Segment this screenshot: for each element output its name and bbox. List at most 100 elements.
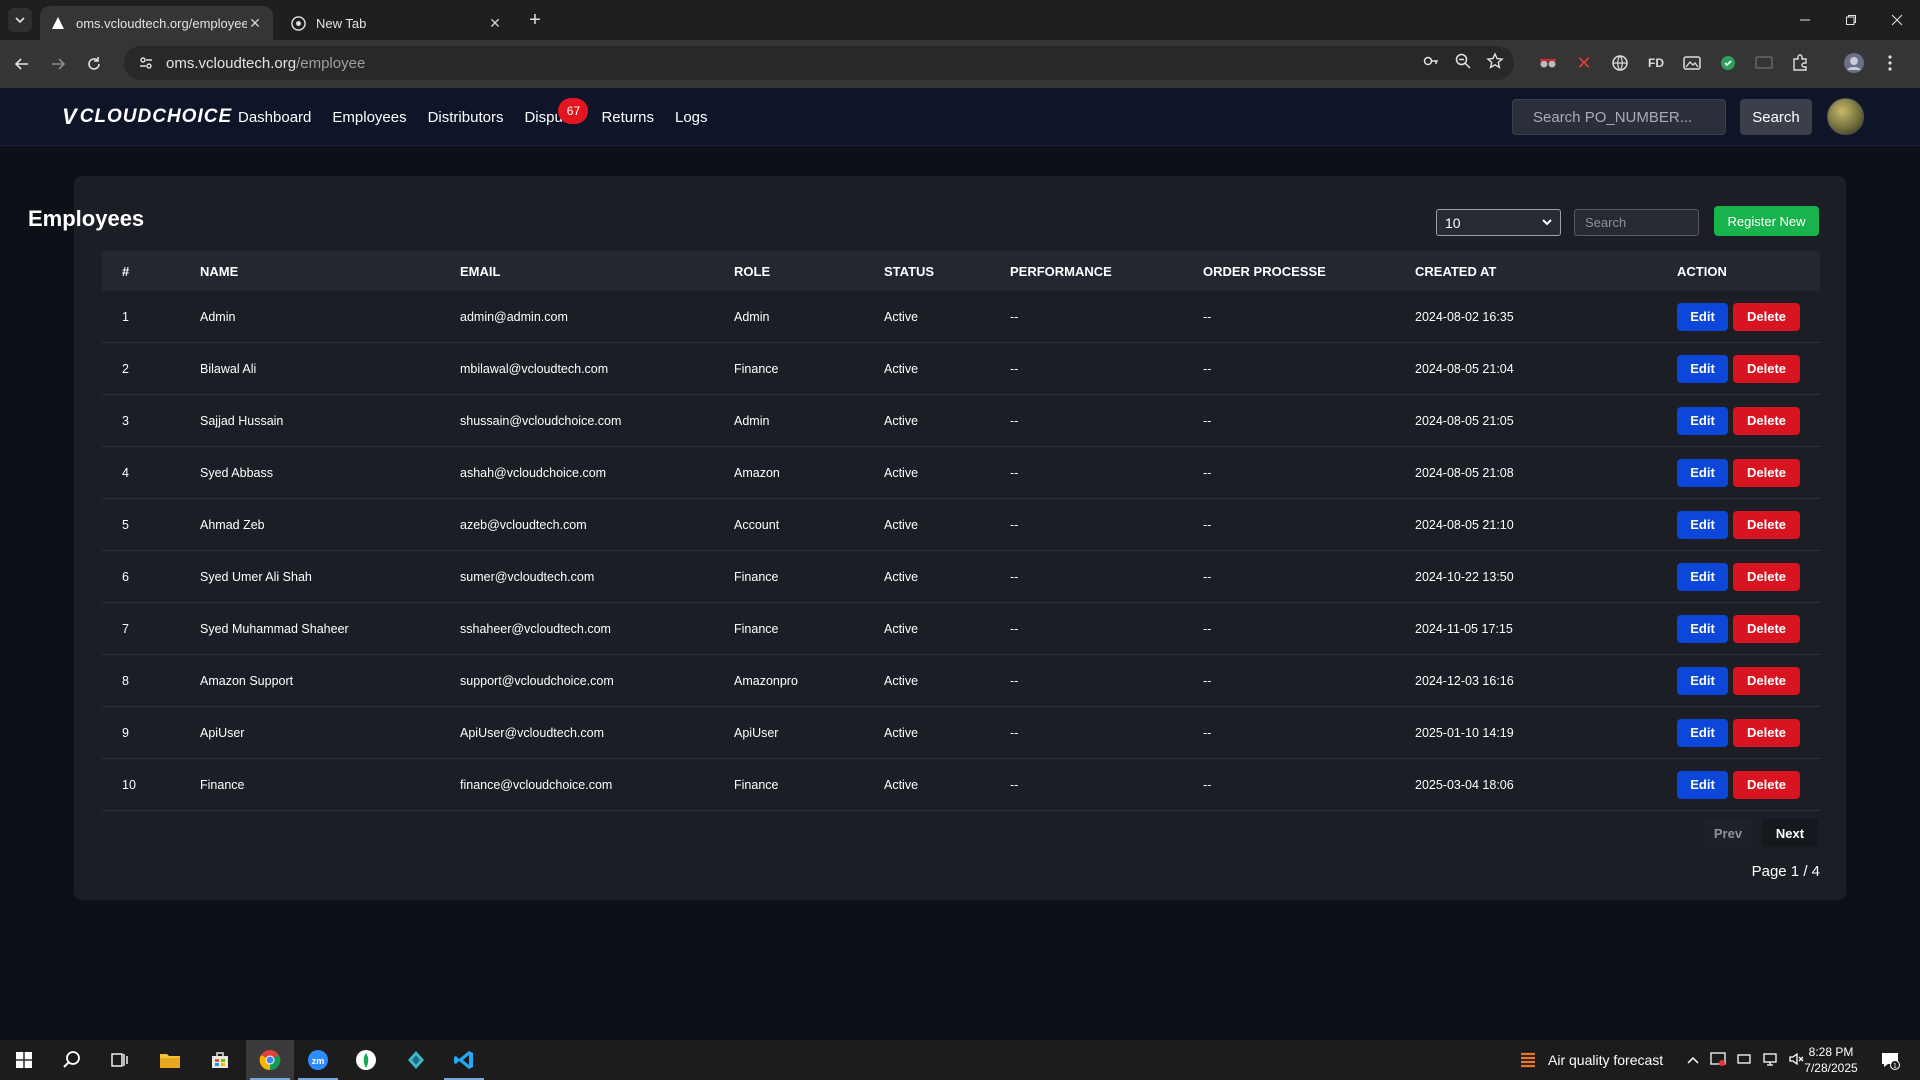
- back-icon[interactable]: [8, 50, 36, 78]
- nav-link-disputes[interactable]: Dispu 67: [524, 97, 589, 126]
- po-number-search-input[interactable]: [1512, 99, 1726, 135]
- row-number: 9: [122, 725, 129, 740]
- show-hidden-icons-icon[interactable]: [1686, 1052, 1700, 1068]
- zoom-app-icon[interactable]: zm: [294, 1040, 342, 1080]
- notifications-icon[interactable]: 1: [1866, 1040, 1914, 1080]
- delete-button[interactable]: Delete: [1733, 406, 1800, 435]
- weather-widget[interactable]: Air quality forecast: [1518, 1040, 1663, 1080]
- employee-performance: --: [1010, 517, 1019, 532]
- chrome-taskbar-icon[interactable]: [246, 1040, 294, 1080]
- employee-performance: --: [1010, 673, 1019, 688]
- tab-search-button[interactable]: [8, 8, 32, 32]
- edit-button[interactable]: Edit: [1677, 666, 1728, 695]
- edit-button[interactable]: Edit: [1677, 770, 1728, 799]
- nav-link-logs[interactable]: Logs: [675, 109, 708, 126]
- close-tab-icon[interactable]: ✕: [487, 15, 503, 31]
- new-tab-button[interactable]: +: [524, 9, 546, 31]
- brand-logo[interactable]: V CLOUDCHOICE: [62, 104, 232, 130]
- table-row: 10 Finance finance@vcloudchoice.com Finance…: [102, 759, 1820, 811]
- next-page-button[interactable]: Next: [1762, 819, 1818, 847]
- restore-icon[interactable]: [1828, 0, 1874, 40]
- employee-status: Active: [884, 777, 919, 792]
- globe-extension-icon[interactable]: [1608, 51, 1632, 75]
- tray-app-icon[interactable]: [1710, 1051, 1726, 1070]
- delete-button[interactable]: Delete: [1733, 302, 1800, 331]
- edit-button[interactable]: Edit: [1677, 406, 1728, 435]
- prev-page-button[interactable]: Prev: [1703, 819, 1753, 847]
- network-icon[interactable]: [1762, 1051, 1778, 1070]
- employee-created-at: 2025-01-10 14:19: [1415, 725, 1514, 740]
- employee-status: Active: [884, 413, 919, 428]
- page-size-value: 10: [1445, 214, 1461, 231]
- delete-button[interactable]: Delete: [1733, 614, 1800, 643]
- mongodb-compass-icon[interactable]: [342, 1040, 390, 1080]
- delete-button[interactable]: Delete: [1733, 510, 1800, 539]
- register-new-button[interactable]: Register New: [1714, 206, 1819, 236]
- edit-button[interactable]: Edit: [1677, 510, 1728, 539]
- task-view-icon[interactable]: [96, 1040, 144, 1080]
- puzzle-extensions-icon[interactable]: [1788, 51, 1812, 75]
- delete-button[interactable]: Delete: [1733, 354, 1800, 383]
- chrome-menu-icon[interactable]: [1878, 51, 1902, 75]
- user-avatar[interactable]: [1827, 98, 1864, 135]
- profile-avatar-icon[interactable]: [1842, 51, 1866, 75]
- spy-extension-icon[interactable]: [1536, 51, 1560, 75]
- tray-device-icon[interactable]: [1736, 1051, 1752, 1070]
- edit-button[interactable]: Edit: [1677, 614, 1728, 643]
- password-key-icon[interactable]: [1422, 52, 1440, 75]
- edit-button[interactable]: Edit: [1677, 302, 1728, 331]
- edit-button[interactable]: Edit: [1677, 718, 1728, 747]
- employee-performance: --: [1010, 465, 1019, 480]
- employee-orders-processed: --: [1203, 465, 1212, 480]
- employee-role: Finance: [734, 621, 779, 636]
- nav-link-distributors[interactable]: Distributors: [428, 109, 504, 126]
- windows-start-icon[interactable]: [0, 1040, 48, 1080]
- employee-email: mbilawal@vcloudtech.com: [460, 361, 609, 376]
- delete-button[interactable]: Delete: [1733, 666, 1800, 695]
- delete-button[interactable]: Delete: [1733, 562, 1800, 591]
- green-extension-icon[interactable]: [1716, 51, 1740, 75]
- edit-button[interactable]: Edit: [1677, 562, 1728, 591]
- delete-button[interactable]: Delete: [1733, 718, 1800, 747]
- cast-extension-icon[interactable]: [1752, 51, 1776, 75]
- zoom-icon[interactable]: [1454, 52, 1472, 75]
- nav-links: Dashboard Employees Distributors Dispu 6…: [238, 88, 729, 146]
- nav-link-returns[interactable]: Returns: [601, 109, 654, 126]
- microsoft-store-icon[interactable]: [196, 1040, 244, 1080]
- row-number: 8: [122, 673, 129, 688]
- row-actions: Edit Delete: [1677, 614, 1820, 643]
- employee-search-input[interactable]: [1574, 209, 1699, 236]
- employee-created-at: 2024-10-22 13:50: [1415, 569, 1514, 584]
- dev-tool-icon[interactable]: [392, 1040, 440, 1080]
- delete-button[interactable]: Delete: [1733, 458, 1800, 487]
- site-info-icon[interactable]: [134, 51, 158, 75]
- edit-button[interactable]: Edit: [1677, 354, 1728, 383]
- delete-button[interactable]: Delete: [1733, 770, 1800, 799]
- reload-icon[interactable]: [80, 50, 108, 78]
- nav-link-employees[interactable]: Employees: [332, 109, 406, 126]
- image-extension-icon[interactable]: [1680, 51, 1704, 75]
- employee-created-at: 2024-08-05 21:05: [1415, 413, 1514, 428]
- employee-status: Active: [884, 725, 919, 740]
- employee-name: Syed Muhammad Shaheer: [200, 621, 349, 636]
- employee-status: Active: [884, 673, 919, 688]
- forward-icon[interactable]: [44, 50, 72, 78]
- close-window-icon[interactable]: [1874, 0, 1920, 40]
- edit-button[interactable]: Edit: [1677, 458, 1728, 487]
- fd-extension-icon[interactable]: FD: [1644, 51, 1668, 75]
- page-size-select[interactable]: 10: [1436, 209, 1561, 236]
- po-search-button[interactable]: Search: [1740, 99, 1812, 135]
- address-bar[interactable]: oms.vcloudtech.org/employee: [124, 46, 1514, 80]
- vscode-icon[interactable]: [440, 1040, 488, 1080]
- browser-tab-active[interactable]: oms.vcloudtech.org/employee ✕: [40, 6, 273, 40]
- browser-tab-new[interactable]: New Tab ✕: [280, 6, 513, 40]
- x-extension-icon[interactable]: ✕: [1572, 51, 1596, 75]
- minimize-icon[interactable]: [1782, 0, 1828, 40]
- bookmark-star-icon[interactable]: [1486, 51, 1504, 75]
- taskbar-clock[interactable]: 8:28 PM 7/28/2025: [1796, 1044, 1866, 1076]
- file-explorer-icon[interactable]: [146, 1040, 194, 1080]
- close-tab-icon[interactable]: ✕: [247, 15, 263, 31]
- employee-orders-processed: --: [1203, 361, 1212, 376]
- nav-link-dashboard[interactable]: Dashboard: [238, 109, 311, 126]
- taskbar-search-icon[interactable]: [48, 1040, 96, 1080]
